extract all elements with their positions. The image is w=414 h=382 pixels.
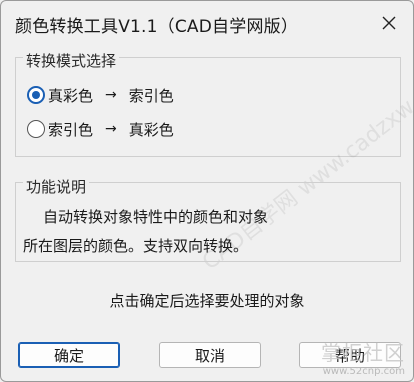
- function-info-legend: 功能说明: [23, 176, 90, 197]
- option-from-label: 索引色: [48, 120, 94, 139]
- hint-text: 点击确定后选择要处理的对象: [109, 292, 305, 310]
- window-title: 颜色转换工具V1.1（CAD自学网版）: [15, 17, 299, 37]
- arrow-right-icon: →: [105, 121, 117, 137]
- ok-button[interactable]: 确定: [18, 342, 120, 368]
- dialog-window: 颜色转换工具V1.1（CAD自学网版） 转换模式选择 真彩色 → 索引色 索引色…: [0, 0, 414, 382]
- radio-truecolor-to-index[interactable]: 真彩色 → 索引色: [27, 83, 174, 107]
- close-button[interactable]: [373, 7, 405, 39]
- radio-button-selected[interactable]: [27, 86, 45, 104]
- help-button[interactable]: 帮助: [299, 342, 401, 368]
- title-bar: 颜色转换工具V1.1（CAD自学网版）: [1, 1, 413, 45]
- option-to-label: 索引色: [128, 86, 174, 105]
- option-from-label: 真彩色: [48, 86, 94, 105]
- description-line-2: 所在图层的颜色。支持双向转换。: [23, 237, 249, 255]
- radio-index-to-truecolor[interactable]: 索引色 → 真彩色: [27, 117, 174, 141]
- arrow-right-icon: →: [105, 87, 117, 103]
- conversion-mode-group: [15, 57, 401, 157]
- radio-button-unselected[interactable]: [27, 120, 45, 138]
- cancel-button[interactable]: 取消: [159, 342, 261, 368]
- conversion-mode-legend: 转换模式选择: [23, 50, 120, 71]
- close-icon: [382, 16, 396, 30]
- option-to-label: 真彩色: [128, 120, 174, 139]
- description-line-1: 自动转换对象特性中的颜色和对象: [43, 208, 269, 226]
